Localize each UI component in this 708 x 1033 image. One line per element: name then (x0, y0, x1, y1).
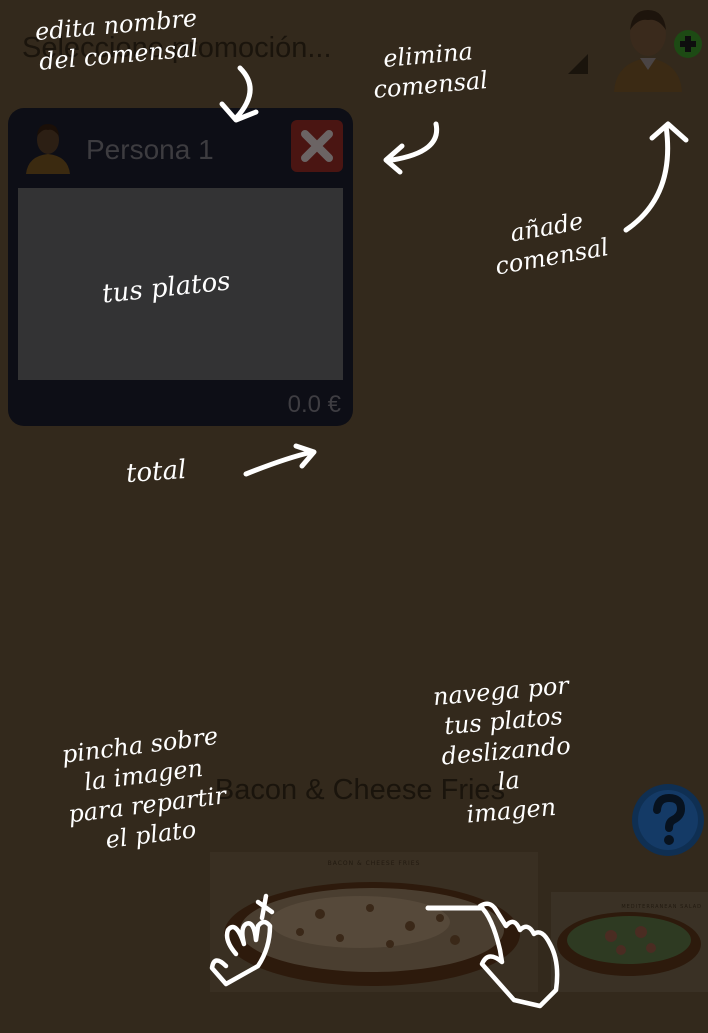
arrow-add-diner-icon (623, 121, 689, 233)
arrow-remove-diner-icon (383, 121, 440, 175)
swipe-hand-icon (477, 901, 560, 1009)
tap-hand-icon (209, 893, 275, 987)
hint-arrows-layer (209, 65, 689, 1009)
arrow-total-icon (243, 443, 317, 477)
arrow-edit-name-icon (219, 65, 259, 123)
